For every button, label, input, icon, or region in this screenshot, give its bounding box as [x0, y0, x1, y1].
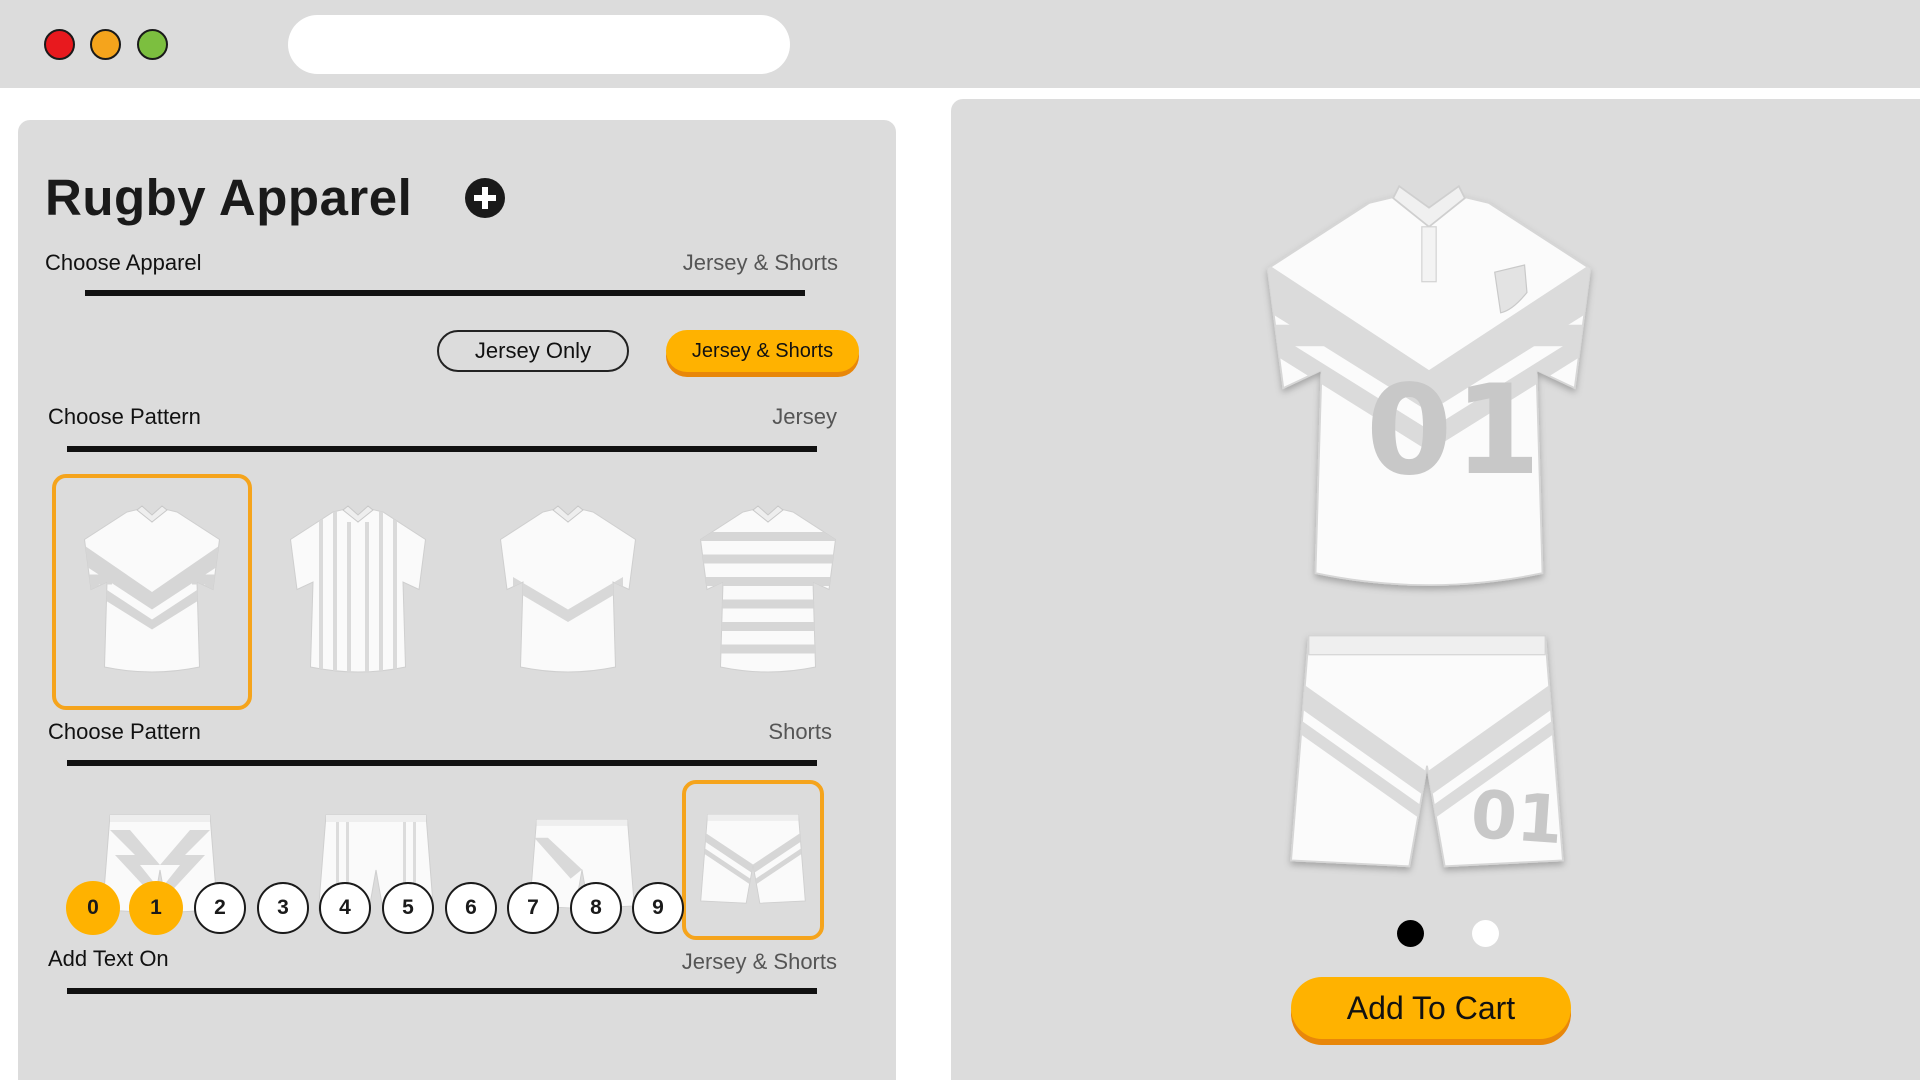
shorts-pattern-value: Shorts [768, 719, 832, 744]
jersey-pattern-hoops[interactable] [668, 474, 868, 710]
chevron-shorts-icon [700, 814, 806, 904]
digit-button-0[interactable]: 0 [67, 882, 119, 934]
maximize-window-icon[interactable] [137, 29, 168, 60]
jersey-pattern-sash[interactable] [468, 474, 668, 710]
add-to-cart-button[interactable]: Add To Cart [1291, 977, 1571, 1039]
plus-circle-icon[interactable] [465, 178, 505, 218]
shorts-pattern-chevron[interactable] [682, 780, 824, 940]
jersey-pattern-chevron[interactable] [52, 474, 252, 710]
choose-apparel-value: Jersey & Shorts [682, 250, 838, 275]
striped-jersey-icon [289, 505, 427, 673]
jersey-number-preview: 01 [1366, 359, 1543, 503]
jersey-pattern-value: Jersey [772, 404, 837, 429]
minimize-window-icon[interactable] [90, 29, 121, 60]
add-text-value: Jersey & Shorts [681, 949, 837, 974]
shorts-number-preview: 01 [1468, 775, 1566, 860]
section-divider [67, 988, 817, 994]
digit-button-4[interactable]: 4 [319, 882, 371, 934]
page-title: Rugby Apparel [45, 169, 413, 226]
digit-button-3[interactable]: 3 [257, 882, 309, 934]
digit-button-7[interactable]: 7 [507, 882, 559, 934]
add-text-label: Add Text On [48, 946, 169, 971]
pagination-dot-active[interactable] [1397, 920, 1424, 947]
preview-panel: 01 01 Add To Cart [951, 99, 1920, 1080]
digit-button-6[interactable]: 6 [445, 882, 497, 934]
choose-shorts-pattern-label: Choose Pattern [48, 719, 201, 744]
browser-toolbar [0, 0, 1920, 88]
digit-button-8[interactable]: 8 [570, 882, 622, 934]
digit-button-5[interactable]: 5 [382, 882, 434, 934]
sash-jersey-icon [499, 505, 637, 673]
choose-jersey-pattern-label: Choose Pattern [48, 404, 201, 429]
jersey-only-button[interactable]: Jersey Only [437, 330, 629, 372]
jersey-and-shorts-button[interactable]: Jersey & Shorts [666, 330, 859, 372]
digit-button-1[interactable]: 1 [130, 882, 182, 934]
choose-apparel-label: Choose Apparel [45, 250, 202, 275]
section-divider [67, 446, 817, 452]
configurator-panel: Rugby Apparel Choose Apparel Jersey & Sh… [18, 120, 896, 1080]
pagination-dot[interactable] [1472, 920, 1499, 947]
digit-button-9[interactable]: 9 [632, 882, 684, 934]
address-bar[interactable] [288, 15, 790, 74]
hooped-jersey-icon [699, 505, 837, 673]
chevron-jersey-icon [83, 505, 221, 673]
jersey-pattern-vertical-stripes[interactable] [258, 474, 458, 710]
section-divider [67, 760, 817, 766]
section-divider [85, 290, 805, 296]
close-window-icon[interactable] [44, 29, 75, 60]
digit-button-2[interactable]: 2 [194, 882, 246, 934]
